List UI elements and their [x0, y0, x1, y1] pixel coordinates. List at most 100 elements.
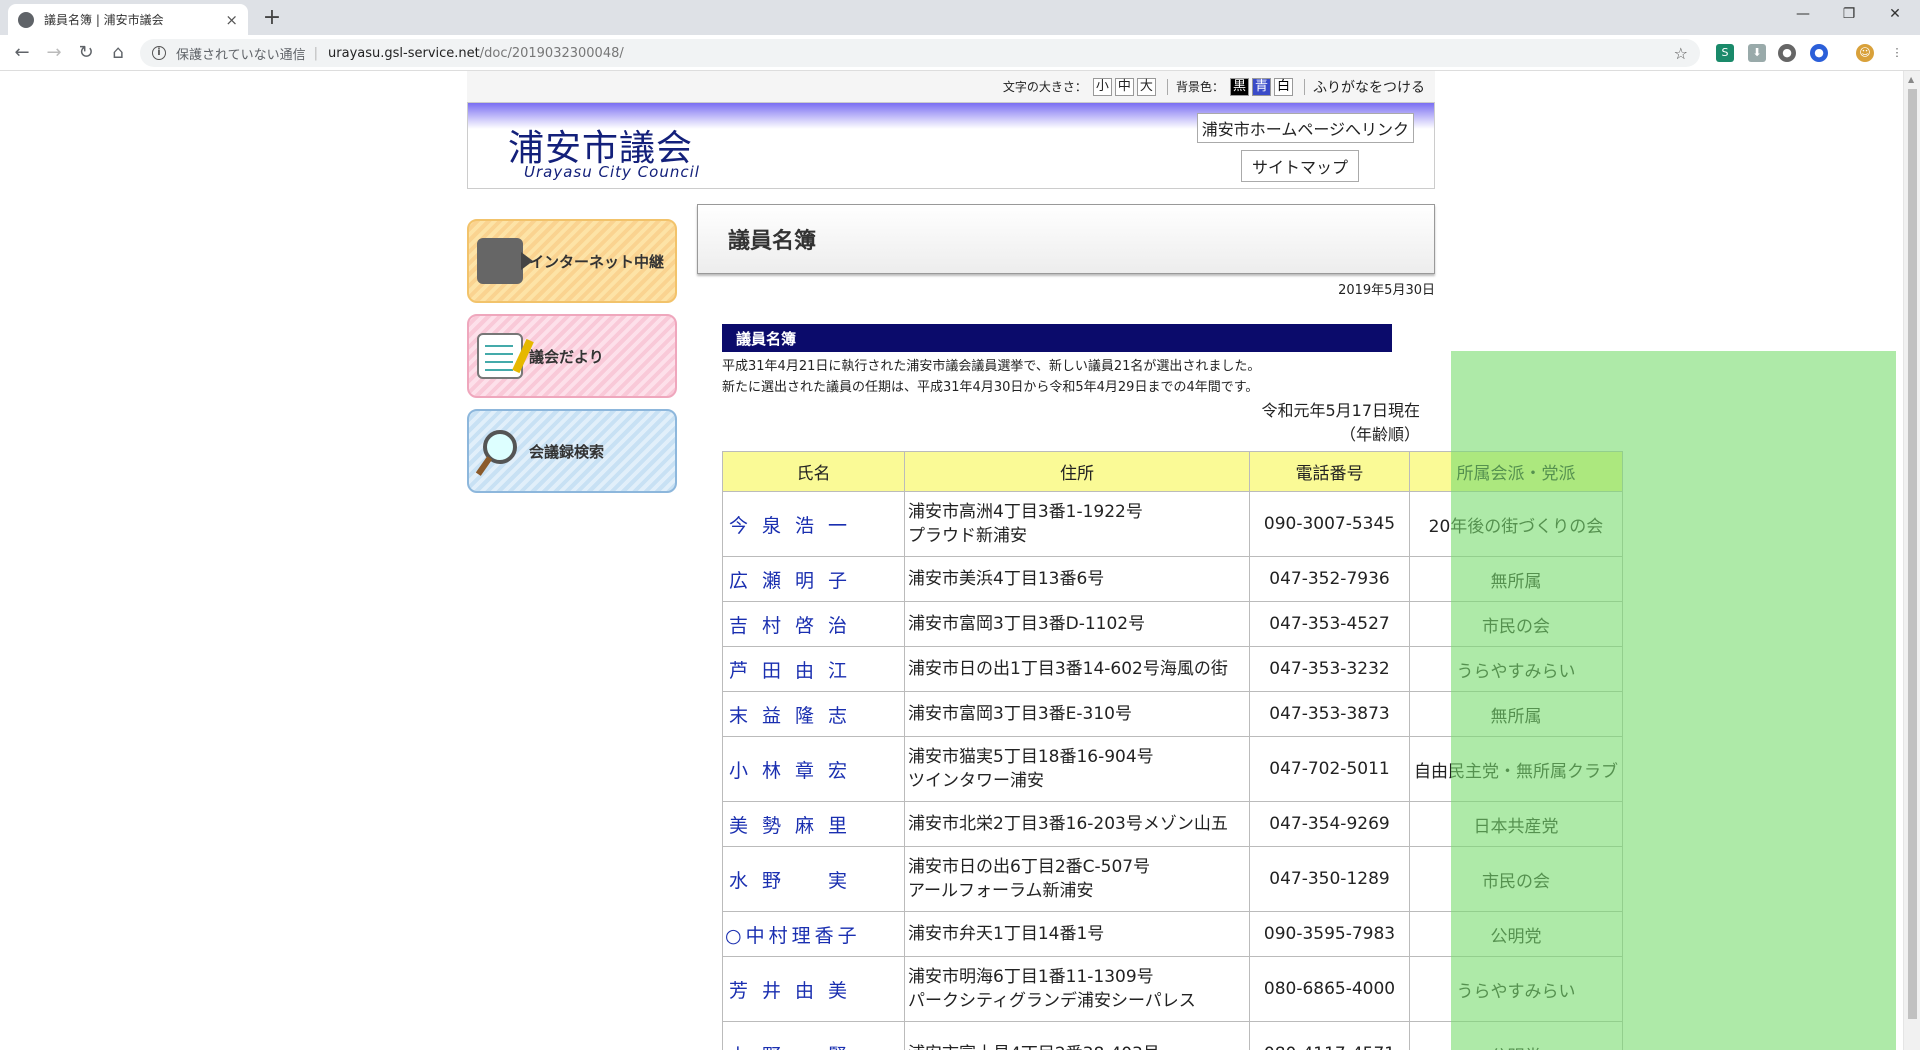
bookmark-star-icon[interactable]: ☆	[1674, 44, 1688, 63]
furigana-link[interactable]: ふりがなをつける	[1313, 77, 1425, 97]
scroll-up-arrow-icon[interactable]: ▲	[1908, 75, 1914, 84]
member-phone: 047-353-3232	[1249, 646, 1410, 692]
page-title: 議員名簿	[728, 229, 817, 254]
intro-text: 平成31年4月21日に執行された浦安市議会議員選挙で、新しい議員21名が選出され…	[722, 356, 1260, 398]
menu-dots-icon[interactable]: ⋮	[1888, 44, 1906, 62]
address-line: プラウド新浦安	[908, 526, 1027, 546]
address-line: 浦安市猫実5丁目18番16-904号	[908, 747, 1154, 767]
video-camera-icon	[477, 238, 533, 284]
font-size-small-button[interactable]: 小	[1092, 77, 1112, 96]
address-line: 浦安市日の出6丁目2番C-507号	[908, 857, 1151, 877]
address-line: 浦安市美浜4丁目13番6号	[908, 569, 1105, 589]
site-logo-subtitle: Urayasu City Council	[524, 163, 700, 181]
extension-icon[interactable]: ●	[1778, 44, 1796, 62]
page-scrollbar[interactable]: ▲	[1903, 71, 1920, 1050]
member-name: 小林章宏	[722, 736, 905, 802]
address-bar[interactable]: i 保護されていない通信 | urayasu.gsl-service.net/d…	[140, 39, 1700, 67]
extension-icon[interactable]: S	[1716, 44, 1734, 62]
address-line: パークシティグランデ浦安シーパレス	[908, 991, 1196, 1011]
home-icon[interactable]: ⌂	[104, 39, 132, 67]
member-phone: 090-3595-7983	[1249, 911, 1410, 957]
minimize-icon[interactable]: —	[1780, 0, 1826, 30]
member-address: 浦安市富岡3丁目3番D-1102号	[904, 601, 1250, 647]
order-note: （年齢順）	[1339, 425, 1420, 444]
section-heading: 議員名簿	[722, 324, 1392, 352]
bg-blue-button[interactable]: 青	[1251, 77, 1271, 96]
member-name: 美勢麻里	[722, 801, 905, 847]
url-path: /doc/2019032300048/	[479, 45, 624, 61]
member-name: 芦田由江	[722, 646, 905, 692]
highlight-overlay	[1451, 351, 1896, 1050]
column-header-phone: 電話番号	[1249, 451, 1410, 492]
new-tab-button[interactable]: +	[258, 4, 286, 32]
member-address: 浦安市高洲4丁目3番1-1922号 プラウド新浦安	[904, 491, 1250, 557]
browser-tabbar: 議員名簿 | 浦安市議会 × + — ❐ ✕	[0, 0, 1920, 35]
city-homepage-link[interactable]: 浦安市ホームページへリンク	[1196, 113, 1414, 143]
magnifier-icon	[477, 428, 523, 474]
member-name: 今泉浩一	[722, 491, 905, 557]
member-address: 浦安市日の出6丁目2番C-507号 アールフォーラム新浦安	[904, 846, 1250, 912]
newsletter-icon	[477, 333, 523, 379]
security-status: 保護されていない通信	[176, 47, 306, 63]
member-phone: 080-6865-4000	[1249, 956, 1410, 1022]
tab-close-button[interactable]: ×	[225, 11, 238, 29]
browser-tab[interactable]: 議員名簿 | 浦安市議会 ×	[8, 4, 248, 35]
member-name: 吉村啓治	[722, 601, 905, 647]
column-header-name: 氏名	[722, 451, 905, 492]
bg-color-label: 背景色：	[1175, 80, 1224, 94]
member-address: 浦安市弁天1丁目14番1号	[904, 911, 1250, 957]
internet-broadcast-label: インターネット中継	[529, 252, 665, 271]
internet-broadcast-button[interactable]: インターネット中継	[467, 219, 677, 303]
minutes-search-button[interactable]: 会議録検索	[467, 409, 677, 493]
address-line: 浦安市高洲4丁目3番1-1922号	[908, 502, 1143, 522]
member-phone: 047-350-1289	[1249, 846, 1410, 912]
bg-black-button[interactable]: 黒	[1229, 77, 1249, 96]
member-address: 浦安市美浜4丁目13番6号	[904, 556, 1250, 602]
member-phone: 047-354-9269	[1249, 801, 1410, 847]
intro-line: 新たに選出された議員の任期は、平成31年4月30日から令和5年4月29日までの4…	[722, 380, 1259, 395]
member-name: ○中村理香子	[722, 911, 905, 957]
member-address: 浦安市富士見4丁目2番38-403号	[904, 1021, 1250, 1050]
scrollbar-thumb[interactable]	[1908, 89, 1917, 1019]
bg-white-button[interactable]: 白	[1273, 77, 1293, 96]
close-window-icon[interactable]: ✕	[1872, 0, 1918, 30]
page-title-box: 議員名簿	[697, 204, 1435, 274]
intro-line: 平成31年4月21日に執行された浦安市議会議員選挙で、新しい議員21名が選出され…	[722, 359, 1261, 374]
address-line: 浦安市明海6丁目1番11-1309号	[908, 967, 1154, 987]
extension-icon[interactable]: ●	[1810, 44, 1828, 62]
member-address: 浦安市富岡3丁目3番E-310号	[904, 691, 1250, 737]
column-header-address: 住所	[904, 451, 1250, 492]
info-icon[interactable]: i	[152, 46, 166, 60]
council-newsletter-button[interactable]: 議会だより	[467, 314, 677, 398]
member-address: 浦安市猫実5丁目18番16-904号 ツインタワー浦安	[904, 736, 1250, 802]
browser-toolbar: ← → ↻ ⌂ i 保護されていない通信 | urayasu.gsl-servi…	[0, 35, 1920, 71]
globe-icon	[18, 11, 34, 28]
member-phone: 080-4117-4571	[1249, 1021, 1410, 1050]
tab-title: 議員名簿 | 浦安市議会	[44, 13, 164, 27]
address-line: 浦安市弁天1丁目14番1号	[908, 924, 1105, 944]
member-name: 広瀬明子	[722, 556, 905, 602]
member-name: 末益隆志	[722, 691, 905, 737]
forward-icon[interactable]: →	[40, 39, 68, 67]
restore-icon[interactable]: ❐	[1826, 0, 1872, 30]
divider	[1304, 78, 1305, 95]
font-size-label: 文字の大きさ：	[1002, 80, 1087, 94]
download-icon[interactable]: ⬇	[1748, 44, 1766, 62]
member-address: 浦安市北栄2丁目3番16-203号メゾン山五	[904, 801, 1250, 847]
font-size-large-button[interactable]: 大	[1136, 77, 1156, 96]
font-size-medium-button[interactable]: 中	[1114, 77, 1134, 96]
omnibox-separator: |	[313, 45, 319, 61]
reload-icon[interactable]: ↻	[72, 39, 100, 67]
member-name: 上野 賢	[722, 1021, 905, 1050]
address-line: 浦安市日の出1丁目3番14-602号海風の街	[908, 659, 1228, 679]
sitemap-button[interactable]: サイトマップ	[1240, 150, 1359, 182]
address-line: ツインタワー浦安	[908, 771, 1044, 791]
member-phone: 047-352-7936	[1249, 556, 1410, 602]
publish-date: 2019年5月30日	[1338, 283, 1435, 298]
as-of-note: 令和元年5月17日現在 （年齢順）	[1200, 399, 1420, 447]
address-line: 浦安市富岡3丁目3番D-1102号	[908, 614, 1146, 634]
address-line: 浦安市北栄2丁目3番16-203号メゾン山五	[908, 814, 1228, 834]
back-icon[interactable]: ←	[8, 39, 36, 67]
member-phone: 047-353-3873	[1249, 691, 1410, 737]
profile-avatar[interactable]: ☺	[1856, 44, 1874, 62]
